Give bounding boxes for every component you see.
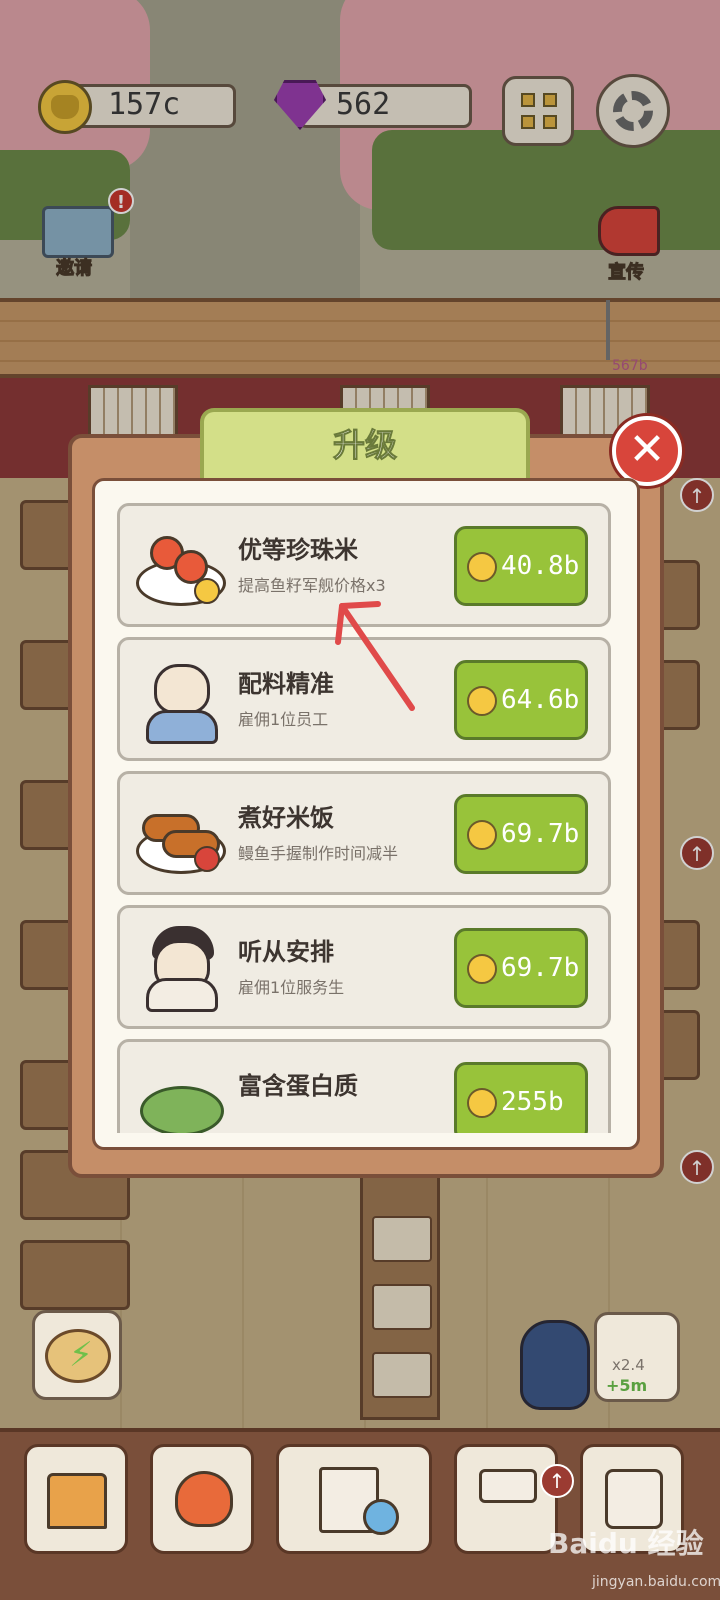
- upgrade-price: 255b: [501, 1087, 564, 1117]
- upgrade-title: 煮好米饭: [238, 804, 334, 832]
- buy-upgrade-button[interactable]: 64.6b: [454, 660, 588, 740]
- coin-icon: [467, 1088, 497, 1118]
- upgrade-price: 40.8b: [501, 551, 580, 581]
- watermark: Baidu 经验: [548, 1527, 704, 1560]
- speed-boost-button[interactable]: ⚡: [32, 1310, 122, 1400]
- heart-paw-icon: [175, 1471, 233, 1527]
- shirt-icon: [605, 1469, 663, 1529]
- upgrade-card: 煮好米饭 鳗鱼手握制作时间减半 69.7b: [117, 771, 611, 895]
- waitress-cat-icon: [136, 922, 226, 1012]
- decorate-button[interactable]: [454, 1444, 558, 1554]
- recipes-button[interactable]: [276, 1444, 432, 1554]
- magnifier-icon: [363, 1499, 399, 1535]
- upgrade-price: 69.7b: [501, 953, 580, 983]
- coin-icon: [467, 552, 497, 582]
- salmon-roe-sushi-icon: [136, 520, 226, 610]
- modal-title: 升级: [332, 426, 397, 465]
- upgrade-title: 富含蛋白质: [238, 1072, 358, 1100]
- upgrade-price: 69.7b: [501, 819, 580, 849]
- annotation-arrow: [335, 601, 415, 711]
- upgrade-title: 优等珍珠米: [238, 536, 358, 564]
- coin-icon: [467, 954, 497, 984]
- upgrade-card: 听从安排 雇佣1位服务生 69.7b: [117, 905, 611, 1029]
- chef-cat-icon: [136, 654, 226, 744]
- upgrade-price: 64.6b: [501, 685, 580, 715]
- watermark-url: jingyan.baidu.com: [592, 1574, 720, 1590]
- upgrade-list-panel: 优等珍珠米 提高鱼籽军舰价格x3 40.8b 配料精准 雇佣1位员工 64.6b: [92, 478, 640, 1150]
- upgrade-description: 雇佣1位服务生: [238, 978, 345, 997]
- lightning-icon: ⚡: [69, 1335, 93, 1375]
- upgrade-description: 雇佣1位员工: [238, 710, 329, 729]
- upgrade-description: 鳗鱼手握制作时间减半: [238, 844, 399, 863]
- buy-upgrade-button[interactable]: 255b: [454, 1062, 588, 1133]
- cats-button[interactable]: [150, 1444, 254, 1554]
- coin-icon: [467, 686, 497, 716]
- seaweed-salad-icon: [136, 1056, 226, 1133]
- shop-button[interactable]: [24, 1444, 128, 1554]
- boost-multiplier: x2.4: [612, 1356, 645, 1374]
- upgrade-card: 富含蛋白质 255b: [117, 1039, 611, 1133]
- eel-sushi-icon: [136, 788, 226, 878]
- coin-icon: [467, 820, 497, 850]
- buy-upgrade-button[interactable]: 69.7b: [454, 928, 588, 1008]
- upgrade-title: 听从安排: [238, 938, 334, 966]
- upgrade-arrow-icon: ↑: [540, 1464, 574, 1498]
- buy-upgrade-button[interactable]: 40.8b: [454, 526, 588, 606]
- close-button[interactable]: ✕: [612, 416, 682, 486]
- buy-upgrade-button[interactable]: 69.7b: [454, 794, 588, 874]
- paint-roller-icon: [479, 1469, 537, 1503]
- boost-duration: +5m: [606, 1376, 648, 1395]
- shop-icon: [47, 1473, 107, 1529]
